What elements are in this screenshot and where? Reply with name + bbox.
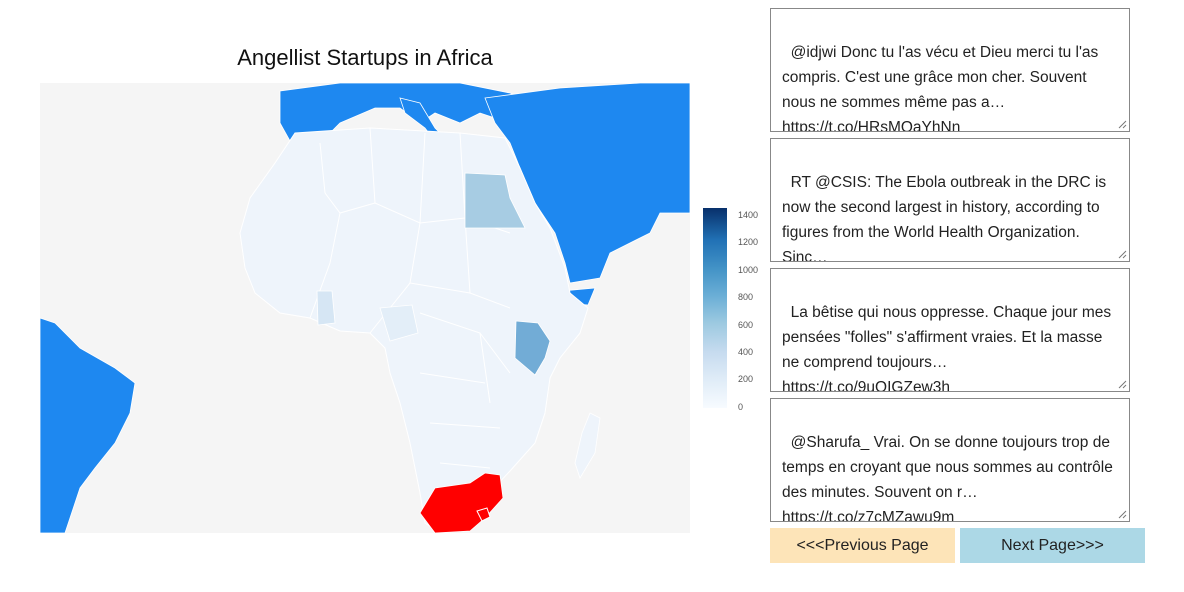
colorbar-tick: 200 [738, 374, 754, 384]
resize-grip-icon[interactable] [1118, 250, 1127, 259]
previous-page-button[interactable]: <<<Previous Page [770, 528, 955, 563]
colorbar [703, 208, 727, 408]
tweet-textarea-1[interactable]: @idjwi Donc tu l'as vécu et Dieu merci t… [770, 8, 1130, 132]
colorbar-tick: 1400 [738, 210, 759, 220]
tweet-text: RT @CSIS: The Ebola outbreak in the DRC … [782, 174, 1111, 262]
ghana-region [316, 290, 336, 326]
next-page-button[interactable]: Next Page>>> [960, 528, 1145, 563]
madagascar-region [574, 412, 601, 479]
resize-grip-icon[interactable] [1118, 120, 1127, 129]
colorbar-tick: 800 [738, 292, 754, 302]
tweet-text: @idjwi Donc tu l'as vécu et Dieu merci t… [782, 44, 1103, 132]
south-america-region [40, 317, 136, 533]
africa-map-svg [40, 83, 690, 533]
colorbar-tick: 1000 [738, 265, 759, 275]
tweet-textarea-4[interactable]: @Sharufa_ Vrai. On se donne toujours tro… [770, 398, 1130, 522]
map-title: Angellist Startups in Africa [237, 45, 493, 70]
colorbar-tick: 400 [738, 347, 754, 357]
tweet-textarea-2[interactable]: RT @CSIS: The Ebola outbreak in the DRC … [770, 138, 1130, 262]
resize-grip-icon[interactable] [1118, 380, 1127, 389]
tweet-text: La bêtise qui nous oppresse. Chaque jour… [782, 304, 1116, 392]
colorbar-tick: 0 [738, 402, 744, 412]
colorbar-tick: 600 [738, 320, 754, 330]
tweet-textarea-3[interactable]: La bêtise qui nous oppresse. Chaque jour… [770, 268, 1130, 392]
colorbar-tick: 1200 [738, 237, 759, 247]
tweet-text: @Sharufa_ Vrai. On se donne toujours tro… [782, 434, 1118, 522]
resize-grip-icon[interactable] [1118, 510, 1127, 519]
choropleth-map[interactable] [40, 83, 690, 533]
